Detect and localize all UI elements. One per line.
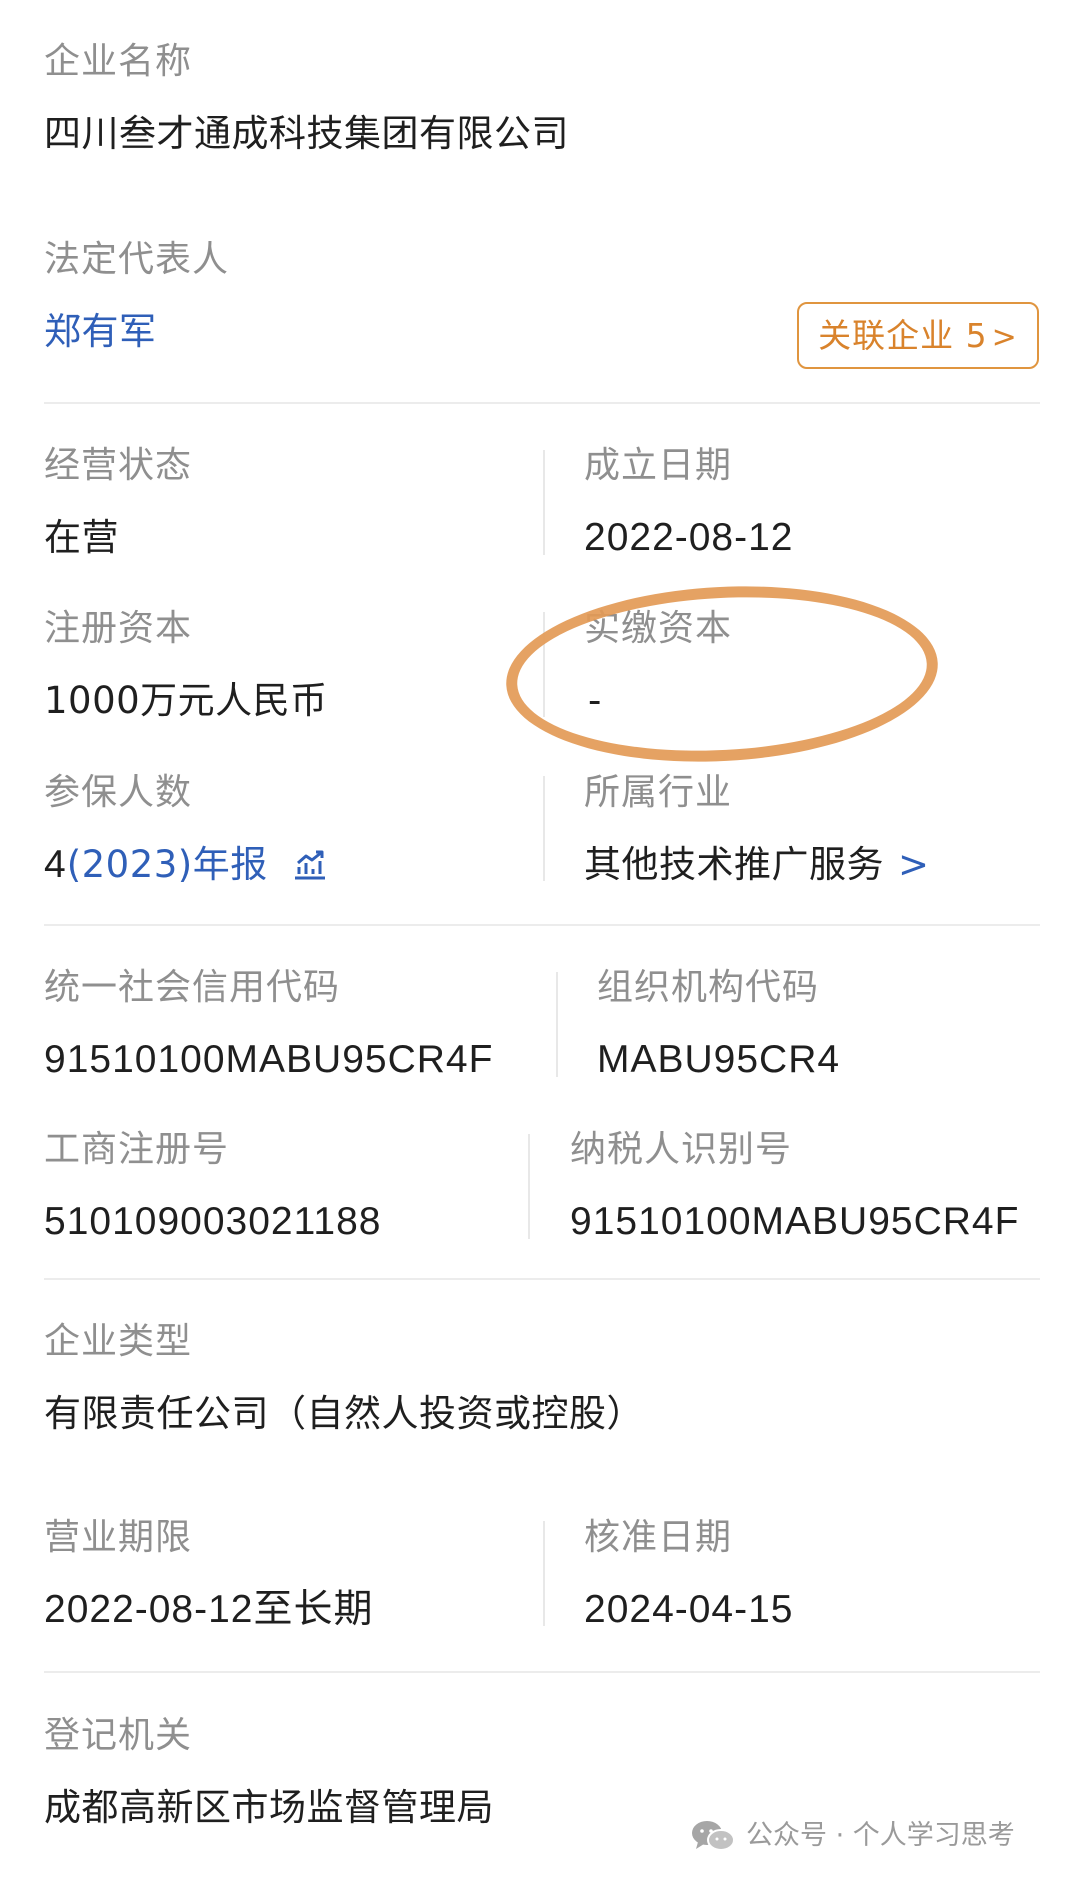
legal-rep-name[interactable]: 郑有军 (44, 309, 157, 355)
column-divider (528, 1134, 530, 1239)
org-code-value: MABU95CR4 (597, 1038, 841, 1081)
divider (44, 924, 1040, 926)
industry-label: 所属行业 (584, 772, 733, 813)
paid-capital-label: 实缴资本 (584, 608, 733, 649)
reg-number-label: 工商注册号 (44, 1129, 230, 1170)
approval-date-value: 2024-04-15 (584, 1588, 794, 1631)
registration-authority-label: 登记机关 (44, 1715, 193, 1756)
taxpayer-id-label: 纳税人识别号 (570, 1129, 793, 1170)
column-divider (556, 972, 558, 1077)
approval-date-label: 核准日期 (584, 1517, 733, 1558)
company-type-label: 企业类型 (44, 1321, 193, 1362)
company-name-label: 企业名称 (44, 41, 193, 82)
annual-report-link[interactable]: (2023)年报 (67, 843, 268, 886)
column-divider (543, 612, 545, 717)
legal-rep-label: 法定代表人 (44, 239, 230, 280)
registered-capital-label: 注册资本 (44, 608, 193, 649)
divider (44, 1278, 1040, 1280)
established-value: 2022-08-12 (584, 516, 794, 559)
status-label: 经营状态 (44, 445, 193, 486)
related-companies-button[interactable]: 关联企业 5 > (797, 302, 1039, 369)
credit-code-label: 统一社会信用代码 (44, 967, 341, 1008)
insured-count: 4 (44, 843, 67, 886)
column-divider (543, 1521, 545, 1626)
wechat-icon (692, 1821, 735, 1851)
org-code-label: 组织机构代码 (597, 967, 820, 1008)
registered-capital-value: 1000万元人民币 (44, 679, 328, 722)
industry-value[interactable]: 其他技术推广服务 > (584, 842, 930, 888)
related-companies-label: 关联企业 5 (818, 316, 988, 355)
chart-trend-icon[interactable] (292, 849, 328, 881)
divider (44, 402, 1040, 404)
column-divider (543, 776, 545, 881)
paid-capital-value: - (588, 679, 602, 722)
business-term-value: 2022-08-12至长期 (44, 1588, 374, 1631)
company-type-value: 有限责任公司（自然人投资或控股） (44, 1392, 644, 1435)
status-value: 在营 (44, 516, 119, 559)
established-label: 成立日期 (584, 445, 733, 486)
taxpayer-id-value: 91510100MABU95CR4F (570, 1200, 1020, 1243)
reg-number-value: 510109003021188 (44, 1200, 382, 1243)
chevron-right-icon: > (898, 843, 930, 886)
watermark-text: 公众号 · 个人学习思考 (746, 1820, 1015, 1851)
divider (44, 1671, 1040, 1673)
industry-text: 其他技术推广服务 (584, 843, 884, 886)
column-divider (543, 450, 545, 555)
business-term-label: 营业期限 (44, 1517, 193, 1558)
insured-label: 参保人数 (44, 772, 193, 813)
insured-value: 4(2023)年报 (44, 842, 328, 888)
registration-authority-value: 成都高新区市场监督管理局 (44, 1786, 494, 1829)
chevron-right-icon: > (991, 320, 1018, 355)
credit-code-value: 91510100MABU95CR4F (44, 1038, 494, 1081)
watermark: 公众号 · 个人学习思考 (690, 1816, 1015, 1856)
company-name: 四川叁才通成科技集团有限公司 (44, 112, 569, 155)
highlight-circle-annotation (501, 575, 943, 773)
